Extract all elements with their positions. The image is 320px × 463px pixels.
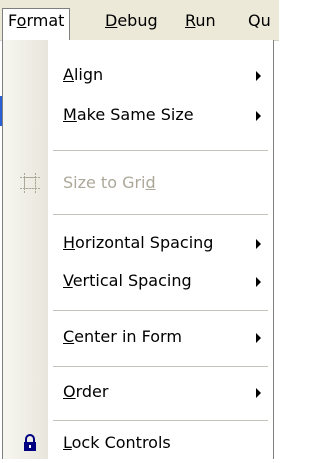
- menu-separator: [53, 310, 268, 311]
- grid-icon: [20, 173, 40, 193]
- menu-item-label: Order: [63, 377, 108, 407]
- menu-item-label: Horizontal Spacing: [63, 228, 213, 258]
- label-post: enter in Form: [74, 327, 182, 346]
- format-dropdown-menu: Align Make Same Size Size to Grid Horizo…: [2, 40, 274, 459]
- menu-debug-post: ebug: [117, 11, 158, 30]
- label-mnemonic: O: [63, 382, 76, 401]
- menu-item-label: Size to Grid: [63, 168, 156, 198]
- menu-format-mnemonic: o: [16, 11, 27, 30]
- menu-item-lock-controls[interactable]: Lock Controls: [3, 428, 273, 458]
- menu-item-horizontal-spacing[interactable]: Horizontal Spacing: [3, 228, 273, 258]
- menu-item-label: Lock Controls: [63, 428, 171, 458]
- label-post: orizontal Spacing: [75, 233, 214, 252]
- label-post: ertical Spacing: [72, 271, 192, 290]
- label-post: ock Controls: [71, 433, 171, 452]
- submenu-arrow-icon: [256, 71, 261, 81]
- menu-item-center-in-form[interactable]: Center in Form: [3, 322, 273, 352]
- label-mnemonic: d: [145, 173, 156, 192]
- label-pre: Size to Gri: [63, 173, 146, 192]
- label-mnemonic: C: [63, 327, 75, 346]
- menu-debug-mnemonic: D: [105, 11, 118, 30]
- menu-query[interactable]: Qu: [244, 9, 275, 33]
- menu-run-post: un: [195, 11, 216, 30]
- menu-format-pre: F: [8, 11, 17, 30]
- label-mnemonic: H: [63, 233, 76, 252]
- menu-item-label: Make Same Size: [63, 100, 194, 130]
- label-mnemonic: M: [63, 105, 77, 124]
- submenu-arrow-icon: [256, 111, 261, 121]
- menu-format-post: rmat: [26, 11, 65, 30]
- menu-item-label: Vertical Spacing: [63, 266, 192, 296]
- label-post: ake Same Size: [76, 105, 194, 124]
- menu-query-pre: Qu: [248, 11, 271, 30]
- menu-separator: [53, 214, 268, 215]
- lock-icon: [20, 433, 40, 453]
- submenu-arrow-icon: [256, 239, 261, 249]
- menu-format[interactable]: Format: [2, 8, 71, 41]
- label-mnemonic: A: [63, 65, 74, 84]
- menu-run[interactable]: Run: [181, 9, 220, 33]
- label-post: rder: [75, 382, 109, 401]
- menu-item-label: Align: [63, 60, 103, 90]
- label-post: lign: [73, 65, 104, 84]
- menu-separator: [53, 150, 268, 151]
- label-mnemonic: V: [63, 271, 73, 290]
- submenu-arrow-icon: [256, 333, 261, 343]
- menu-separator: [53, 420, 268, 421]
- menu-item-order[interactable]: Order: [3, 377, 273, 407]
- menu-run-mnemonic: R: [185, 11, 196, 30]
- menu-item-align[interactable]: Align: [3, 60, 273, 90]
- menu-separator: [53, 366, 268, 367]
- menu-item-vertical-spacing[interactable]: Vertical Spacing: [3, 266, 273, 296]
- submenu-arrow-icon: [256, 388, 261, 398]
- menu-item-size-to-grid: Size to Grid: [3, 168, 273, 198]
- submenu-arrow-icon: [256, 277, 261, 287]
- label-mnemonic: L: [63, 433, 72, 452]
- menu-item-label: Center in Form: [63, 322, 182, 352]
- menu-bar: Format Debug Run Qu: [0, 0, 279, 41]
- menu-item-make-same-size[interactable]: Make Same Size: [3, 100, 273, 130]
- menu-debug[interactable]: Debug: [101, 9, 162, 33]
